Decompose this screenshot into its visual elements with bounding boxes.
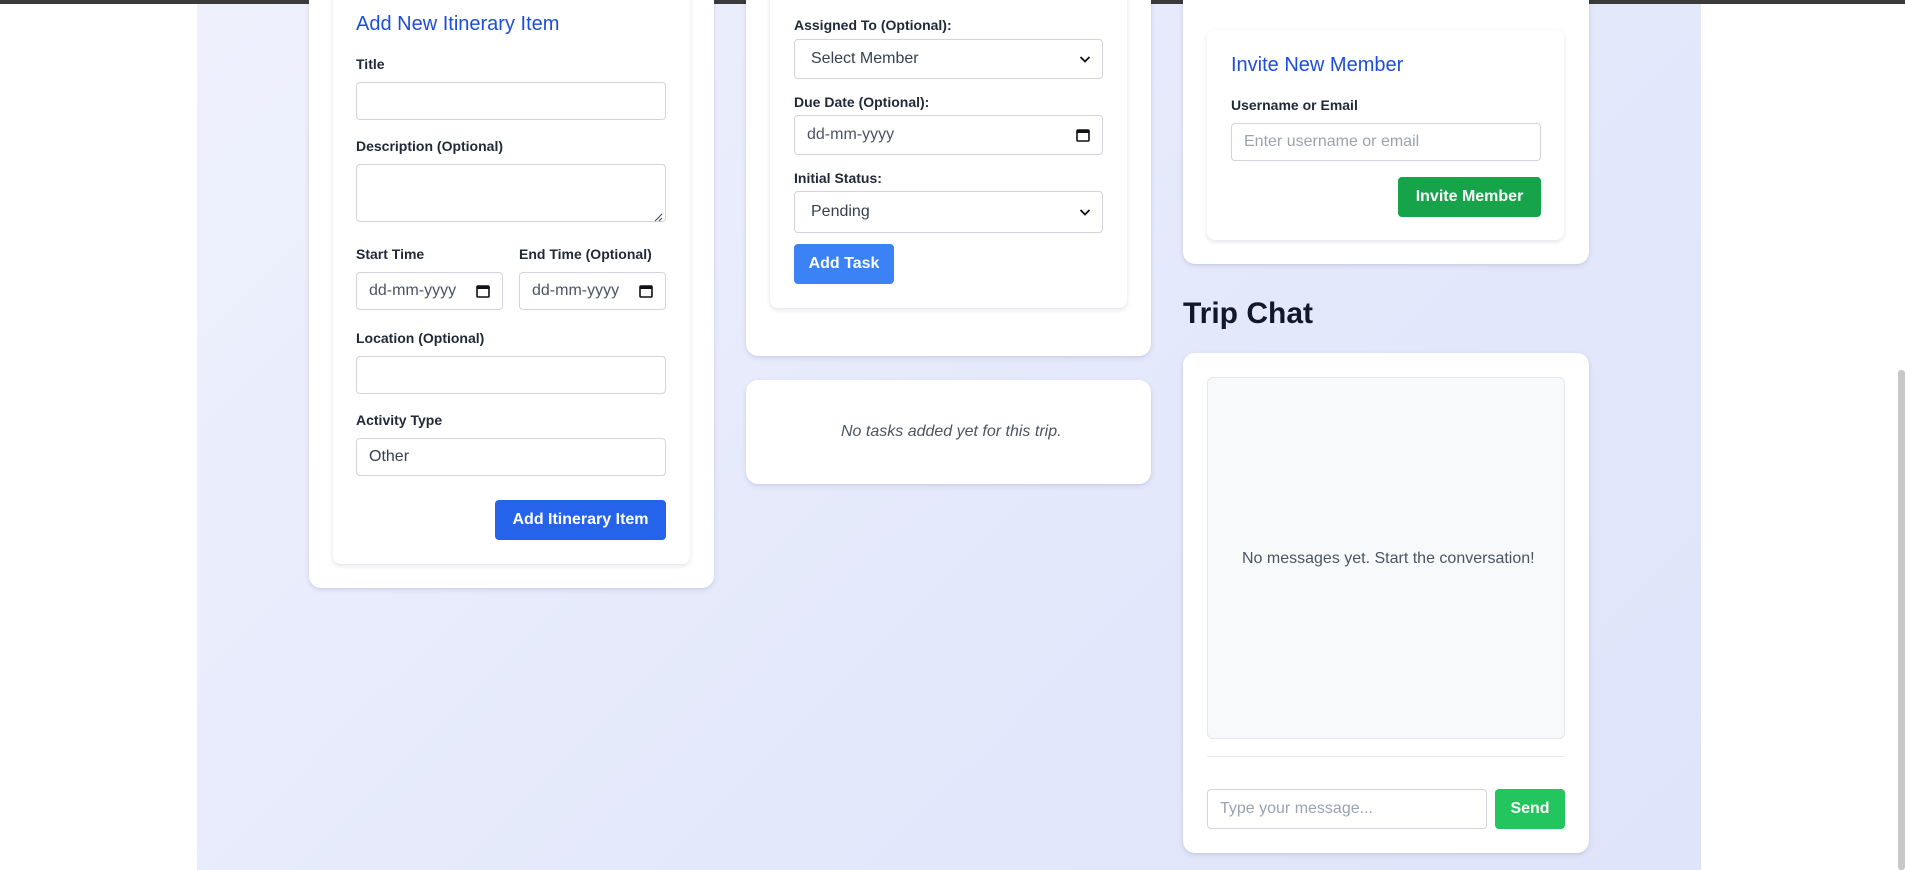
start-time-input[interactable]: dd-mm-yyyy <box>356 272 503 310</box>
calendar-icon[interactable] <box>1076 128 1090 142</box>
due-date-label: Due Date (Optional): <box>794 94 930 110</box>
end-time-label: End Time (Optional) <box>519 246 652 262</box>
title-input[interactable] <box>356 82 666 120</box>
chat-input-placeholder: Type your message... <box>1220 800 1373 817</box>
add-itinerary-item-button[interactable]: Add Itinerary Item <box>495 500 666 540</box>
initial-status-value: Pending <box>811 203 870 220</box>
chevron-down-icon <box>1078 52 1092 66</box>
start-time-value: dd-mm-yyyy <box>369 282 457 299</box>
due-date-input[interactable]: dd-mm-yyyy <box>794 115 1103 155</box>
chat-divider <box>1207 756 1565 757</box>
description-textarea[interactable] <box>356 164 666 222</box>
activity-type-input[interactable]: Other <box>356 438 666 476</box>
add-task-button[interactable]: Add Task <box>794 244 894 284</box>
calendar-icon[interactable] <box>639 284 653 298</box>
tasks-empty-message: No tasks added yet for this trip. <box>841 423 1062 440</box>
username-email-input[interactable]: Enter username or email <box>1231 123 1541 161</box>
due-date-value: dd-mm-yyyy <box>807 126 895 143</box>
description-label: Description (Optional) <box>356 138 503 154</box>
activity-type-label: Activity Type <box>356 412 443 428</box>
initial-status-select[interactable]: Pending <box>794 191 1103 233</box>
invite-form-title: Invite New Member <box>1231 54 1404 76</box>
start-time-label: Start Time <box>356 246 425 262</box>
username-label: Username or Email <box>1231 97 1358 113</box>
assigned-to-value: Select Member <box>811 50 919 67</box>
trip-chat-heading: Trip Chat <box>1183 297 1314 330</box>
location-label: Location (Optional) <box>356 330 485 346</box>
username-placeholder: Enter username or email <box>1244 133 1420 150</box>
location-input[interactable] <box>356 356 666 394</box>
assigned-to-select[interactable]: Select Member <box>794 39 1103 79</box>
invite-member-button[interactable]: Invite Member <box>1398 177 1541 217</box>
chat-empty-message: No messages yet. Start the conversation! <box>1242 550 1535 567</box>
assigned-to-label: Assigned To (Optional): <box>794 17 952 33</box>
initial-status-label: Initial Status: <box>794 170 882 186</box>
activity-type-value: Other <box>369 448 410 465</box>
title-label: Title <box>356 56 385 72</box>
page-scrollbar[interactable] <box>1898 370 1905 870</box>
chevron-down-icon <box>1078 205 1092 219</box>
resize-handle-icon[interactable] <box>653 209 663 222</box>
calendar-icon[interactable] <box>476 284 490 298</box>
end-time-input[interactable]: dd-mm-yyyy <box>519 272 666 310</box>
end-time-value: dd-mm-yyyy <box>532 282 620 299</box>
itinerary-form-title: Add New Itinerary Item <box>356 13 560 35</box>
send-button[interactable]: Send <box>1495 789 1565 829</box>
chat-message-input[interactable]: Type your message... <box>1207 789 1487 829</box>
